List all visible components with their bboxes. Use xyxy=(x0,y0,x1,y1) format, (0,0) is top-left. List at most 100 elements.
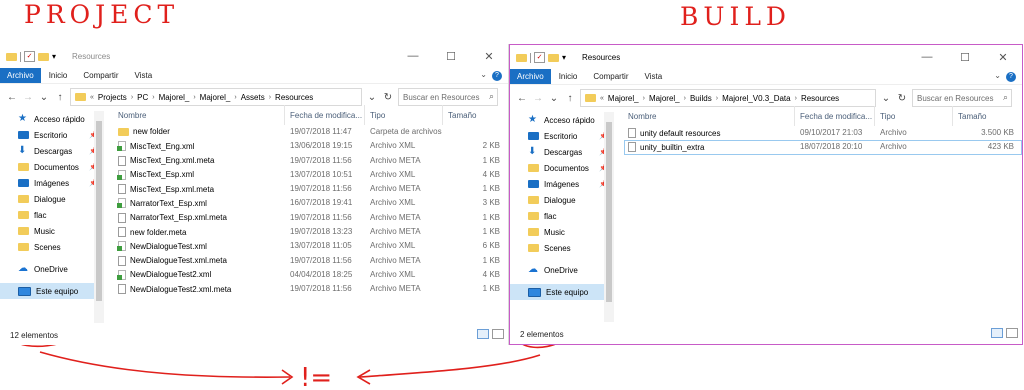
nav-item-music[interactable]: Music xyxy=(510,224,614,240)
file-row[interactable]: new folder 19/07/2018 11:47 Carpeta de arc… xyxy=(114,125,508,139)
breadcrumb-item[interactable]: Majorel_ xyxy=(200,93,231,102)
breadcrumb-item[interactable]: PC xyxy=(137,93,148,102)
file-row[interactable]: NewDialogueTest2.xml 04/04/2018 18:25 Arch… xyxy=(114,268,508,282)
address-dropdown-icon[interactable]: ⌄ xyxy=(366,92,378,103)
nav-item-onedrive[interactable]: ☁ OneDrive xyxy=(0,261,104,277)
new-folder-icon[interactable] xyxy=(38,52,49,61)
file-row[interactable]: new folder.meta 19/07/2018 13:23 Archivo M… xyxy=(114,225,508,239)
column-date[interactable]: Fecha de modifica... xyxy=(290,111,362,120)
tab-archivo[interactable]: Archivo xyxy=(0,68,41,83)
close-button[interactable]: ✕ xyxy=(470,44,508,68)
tab-vista[interactable]: Vista xyxy=(637,69,671,84)
tab-compartir[interactable]: Compartir xyxy=(585,69,636,84)
nav-item-flac[interactable]: flac xyxy=(510,208,614,224)
qat-dropdown-icon[interactable]: ▾ xyxy=(52,52,56,61)
nav-item-scenes[interactable]: Scenes xyxy=(0,239,104,255)
new-folder-icon[interactable] xyxy=(548,53,559,62)
breadcrumb-item[interactable]: Majorel_ xyxy=(649,94,680,103)
expand-ribbon-icon[interactable]: ⌄ xyxy=(480,70,487,79)
recent-dropdown-icon[interactable]: ⌄ xyxy=(548,93,560,104)
file-row[interactable]: NarratorText_Esp.xml 16/07/2018 19:41 Arch… xyxy=(114,196,508,210)
nav-item-desktop[interactable]: Escritorio📌 xyxy=(0,127,104,143)
back-arrow-icon[interactable]: ← xyxy=(6,92,18,103)
nav-item-dialogue[interactable]: Dialogue xyxy=(510,192,614,208)
breadcrumb-item[interactable]: Projects xyxy=(98,93,127,102)
file-row[interactable]: MiscText_Esp.xml 13/07/2018 10:51 Archivo … xyxy=(114,168,508,182)
file-row[interactable]: NewDialogueTest.xml 13/07/2018 11:05 Archi… xyxy=(114,239,508,253)
nav-item-downloads[interactable]: ⬇Descargas📌 xyxy=(0,143,104,159)
help-icon[interactable]: ? xyxy=(492,71,502,81)
nav-item-music[interactable]: Music xyxy=(0,223,104,239)
minimize-button[interactable]: — xyxy=(908,45,946,69)
column-size[interactable]: Tamaño xyxy=(958,112,986,121)
details-view-icon[interactable] xyxy=(477,329,489,339)
column-name[interactable]: Nombre xyxy=(118,111,146,120)
tab-inicio[interactable]: Inicio xyxy=(41,68,76,83)
file-row[interactable]: NarratorText_Esp.xml.meta 19/07/2018 11:5… xyxy=(114,211,508,225)
tab-archivo[interactable]: Archivo xyxy=(510,69,551,84)
nav-item-onedrive[interactable]: ☁ OneDrive xyxy=(510,262,614,278)
large-icons-view-icon[interactable] xyxy=(492,329,504,339)
forward-arrow-icon[interactable]: → xyxy=(532,93,544,104)
qat-dropdown-icon[interactable]: ▾ xyxy=(562,53,566,62)
minimize-button[interactable]: — xyxy=(394,44,432,68)
file-row[interactable]: NewDialogueTest2.xml.meta 19/07/2018 11:5… xyxy=(114,282,508,296)
tab-compartir[interactable]: Compartir xyxy=(75,68,126,83)
nav-item-flac[interactable]: flac xyxy=(0,207,104,223)
nav-item-quick-access[interactable]: ★ Acceso rápido xyxy=(0,111,104,127)
nav-item-quick-access[interactable]: ★ Acceso rápido xyxy=(510,112,614,128)
nav-item-scenes[interactable]: Scenes xyxy=(510,240,614,256)
breadcrumb-item[interactable]: Builds xyxy=(690,94,712,103)
maximize-button[interactable]: ☐ xyxy=(432,44,470,68)
search-input[interactable]: Buscar en Resources ⌕ xyxy=(398,88,498,106)
refresh-icon[interactable]: ↻ xyxy=(896,93,908,104)
large-icons-view-icon[interactable] xyxy=(1006,328,1018,338)
nav-item-documents[interactable]: Documentos📌 xyxy=(0,159,104,175)
tab-inicio[interactable]: Inicio xyxy=(551,69,586,84)
nav-item-downloads[interactable]: ⬇Descargas📌 xyxy=(510,144,614,160)
breadcrumb-item[interactable]: Majorel_ xyxy=(159,93,190,102)
back-arrow-icon[interactable]: ← xyxy=(516,93,528,104)
breadcrumb-item[interactable]: Assets xyxy=(241,93,265,102)
file-row[interactable]: unity default resources 09/10/2017 21:03 A… xyxy=(624,126,1022,140)
properties-icon[interactable]: ✓ xyxy=(24,51,35,62)
column-name[interactable]: Nombre xyxy=(628,112,656,121)
up-arrow-icon[interactable]: ↑ xyxy=(54,92,66,103)
nav-scrollbar[interactable] xyxy=(604,112,614,322)
refresh-icon[interactable]: ↻ xyxy=(382,92,394,103)
nav-scrollbar[interactable] xyxy=(94,111,104,323)
column-size[interactable]: Tamaño xyxy=(448,111,476,120)
column-type[interactable]: Tipo xyxy=(880,112,895,121)
column-type[interactable]: Tipo xyxy=(370,111,385,120)
file-row[interactable]: MiscText_Eng.xml.meta 19/07/2018 11:56 Arc… xyxy=(114,154,508,168)
nav-item-documents[interactable]: Documentos📌 xyxy=(510,160,614,176)
column-date[interactable]: Fecha de modifica... xyxy=(800,112,872,121)
help-icon[interactable]: ? xyxy=(1006,72,1016,82)
expand-ribbon-icon[interactable]: ⌄ xyxy=(994,71,1001,80)
address-bar[interactable]: « Majorel_ › Majorel_ › Builds › Majorel_V0… xyxy=(580,89,876,107)
nav-item-this-pc[interactable]: Este equipo xyxy=(510,284,614,300)
nav-item-pictures[interactable]: Imágenes📌 xyxy=(510,176,614,192)
address-bar[interactable]: « Projects › PC › Majorel_ › Majorel_ › Asse… xyxy=(70,88,362,106)
forward-arrow-icon[interactable]: → xyxy=(22,92,34,103)
file-row[interactable]: NewDialogueTest.xml.meta 19/07/2018 11:56… xyxy=(114,254,508,268)
close-button[interactable]: ✕ xyxy=(984,45,1022,69)
recent-dropdown-icon[interactable]: ⌄ xyxy=(38,92,50,103)
breadcrumb-item[interactable]: Majorel_ xyxy=(608,94,639,103)
up-arrow-icon[interactable]: ↑ xyxy=(564,93,576,104)
nav-item-pictures[interactable]: Imágenes📌 xyxy=(0,175,104,191)
file-row[interactable]: MiscText_Esp.xml.meta 19/07/2018 11:56 Arc… xyxy=(114,182,508,196)
search-input[interactable]: Buscar en Resources ⌕ xyxy=(912,89,1012,107)
file-row[interactable]: MiscText_Eng.xml 13/06/2018 19:15 Archivo … xyxy=(114,139,508,153)
nav-item-desktop[interactable]: Escritorio📌 xyxy=(510,128,614,144)
breadcrumb-item[interactable]: Resources xyxy=(275,93,313,102)
properties-icon[interactable]: ✓ xyxy=(534,52,545,63)
breadcrumb-item[interactable]: Resources xyxy=(801,94,839,103)
tab-vista[interactable]: Vista xyxy=(127,68,161,83)
nav-item-dialogue[interactable]: Dialogue xyxy=(0,191,104,207)
breadcrumb-item[interactable]: Majorel_V0.3_Data xyxy=(722,94,790,103)
maximize-button[interactable]: ☐ xyxy=(946,45,984,69)
nav-item-this-pc[interactable]: Este equipo xyxy=(0,283,104,299)
file-row[interactable]: unity_builtin_extra 18/07/2018 20:10 Archi… xyxy=(624,140,1022,155)
details-view-icon[interactable] xyxy=(991,328,1003,338)
